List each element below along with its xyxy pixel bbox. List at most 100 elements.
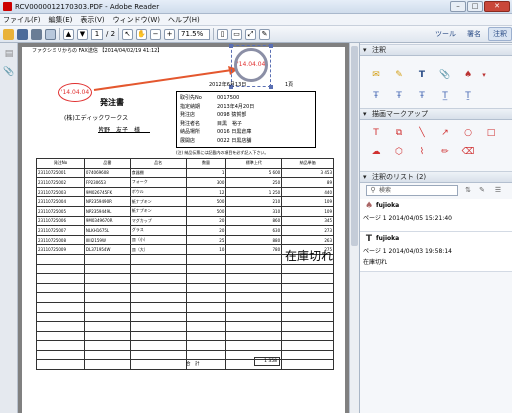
minimize-button[interactable]: – (450, 1, 466, 12)
table-cell (281, 359, 334, 371)
previous-page-icon[interactable]: ▲ (63, 28, 74, 40)
table-cell: 紙ナプキン (129, 196, 187, 207)
table-cell: 皿（小） (129, 234, 187, 246)
comment-tool-icon[interactable]: ✎ (259, 28, 271, 40)
pencil-icon[interactable]: ✏ (439, 147, 451, 158)
table-cell: 23110725006 (36, 215, 85, 227)
text-box-icon[interactable]: T (370, 128, 382, 139)
highlight-text-icon[interactable]: ✎ (393, 70, 405, 81)
sort-icon[interactable]: ✎ (476, 185, 488, 196)
table-cell: IIIII2159W (83, 234, 131, 246)
comment-item[interactable]: ♠ fujioka ページ 1 2014/04/05 15:21:40 (360, 199, 512, 232)
stamp-dropdown-icon[interactable]: ▾ (478, 70, 490, 81)
menu-window[interactable]: ウィンドウ(W) (113, 15, 160, 25)
scrollbar-thumb[interactable] (351, 46, 358, 246)
resize-handle[interactable] (269, 44, 273, 48)
table-cell (129, 263, 187, 275)
table-cell: 25 (185, 234, 227, 246)
table-cell: 250 (225, 177, 283, 188)
menu-edit[interactable]: 編集(E) (49, 15, 73, 25)
callout-icon[interactable]: ⧉ (393, 128, 405, 139)
maximize-button[interactable]: □ (467, 1, 483, 12)
comment-search-input[interactable]: 検索 (366, 185, 458, 196)
hand-tool-icon[interactable]: ✋ (136, 28, 148, 40)
menu-view[interactable]: 表示(V) (80, 15, 104, 25)
line-icon[interactable]: ╲ (416, 128, 428, 139)
save-icon[interactable] (17, 28, 28, 40)
table-cell (281, 321, 334, 332)
stamp-icon[interactable]: ♠ (462, 70, 474, 81)
resize-handle[interactable] (269, 85, 273, 89)
sticky-note-icon[interactable]: ✉ (370, 70, 382, 81)
strikethrough-icon[interactable]: Ŧ (416, 91, 428, 102)
filter-icon[interactable]: ⇅ (462, 185, 474, 196)
polygon-icon[interactable]: ⬡ (393, 147, 405, 158)
replace-text-icon[interactable]: Ŧ (393, 91, 405, 102)
eraser-icon[interactable]: ⌫ (462, 147, 475, 158)
resize-handle[interactable] (229, 44, 233, 48)
rectangle-icon[interactable]: □ (485, 128, 497, 139)
sign-tab[interactable]: 署名 (463, 28, 485, 40)
table-cell (281, 292, 334, 303)
table-cell: NP2359449L (83, 205, 131, 217)
table-cell: 皿（大） (129, 244, 187, 255)
text-annotation[interactable]: 在庫切れ (285, 247, 333, 264)
table-cell: 440 (281, 186, 334, 198)
page-number-input[interactable]: 1 (91, 28, 103, 40)
table-cell (185, 273, 227, 284)
options-icon[interactable]: ☰ (492, 185, 504, 196)
info-value: 0022 日黒店舗 (217, 137, 252, 144)
table-cell: 074069608 (83, 167, 131, 179)
section-header-annotations[interactable]: 注釈 (360, 44, 512, 56)
table-cell (281, 349, 334, 361)
email-icon[interactable] (45, 28, 56, 40)
cloud-icon[interactable]: ☁ (370, 147, 382, 158)
vertical-scrollbar[interactable] (349, 43, 359, 413)
zoom-level-input[interactable]: 71.5% (178, 28, 211, 40)
tools-tab[interactable]: ツール (431, 28, 460, 40)
fit-width-icon[interactable]: ▭ (231, 28, 243, 40)
table-cell: 263 (281, 234, 334, 246)
read-mode-icon[interactable]: ⤢ (245, 28, 257, 40)
open-icon[interactable] (3, 28, 14, 40)
comment-tab[interactable]: 注釈 (488, 27, 512, 41)
table-row (36, 330, 334, 342)
arrow-icon[interactable]: ↗ (439, 128, 451, 139)
note-text: (注) 納品伝票には記載内の項目を必ず記入下さい。 (176, 150, 269, 155)
table-cell (281, 311, 334, 323)
page-thumbnails-icon[interactable]: ▤ (3, 49, 15, 60)
menu-file[interactable]: ファイル(F) (3, 15, 41, 25)
zoom-in-icon[interactable]: + (164, 28, 176, 40)
table-cell (83, 349, 131, 361)
add-text-icon[interactable]: T (416, 70, 428, 81)
print-icon[interactable] (31, 28, 42, 40)
info-value: 2013年4月20日 (217, 103, 255, 110)
circle-stamp[interactable]: '14.04.04 (234, 48, 268, 82)
comment-body: 在庫切れ (363, 259, 388, 266)
underline-icon[interactable]: T̲ (439, 91, 451, 102)
attach-file-icon[interactable]: 📎 (439, 70, 451, 81)
table-row (36, 311, 334, 323)
fit-page-icon[interactable]: ▯ (217, 28, 229, 40)
next-page-icon[interactable]: ▼ (77, 28, 88, 40)
close-button[interactable]: ✕ (484, 1, 510, 12)
menu-help[interactable]: ヘルプ(H) (168, 15, 200, 25)
connected-lines-icon[interactable]: ⌇ (416, 147, 428, 158)
select-tool-icon[interactable]: ↖ (122, 28, 134, 40)
comment-item[interactable]: T fujioka ページ 1 2014/04/03 19:58:14 在庫切れ (360, 232, 512, 272)
section-header-comment-list[interactable]: 注釈のリスト (2) (360, 171, 512, 183)
zoom-out-icon[interactable]: − (150, 28, 162, 40)
table-cell: 89 (281, 177, 334, 188)
table-header-cell: 品名 (129, 158, 187, 169)
table-cell: 630 (225, 225, 283, 236)
table-cell: 109 (281, 196, 334, 207)
attachments-icon[interactable]: 📎 (3, 67, 15, 78)
insert-text-icon[interactable]: Ŧ (370, 91, 382, 102)
oval-icon[interactable]: ○ (462, 128, 474, 139)
text-callout-icon[interactable]: Ṯ (462, 91, 474, 102)
title-bar: RCV0000012170303.PDF - Adobe Reader – □ … (0, 0, 512, 14)
table-cell: 9M026745FK (83, 186, 131, 198)
section-header-drawing[interactable]: 描画マークアップ (360, 108, 512, 120)
table-cell (83, 263, 131, 275)
table-cell (185, 282, 227, 294)
